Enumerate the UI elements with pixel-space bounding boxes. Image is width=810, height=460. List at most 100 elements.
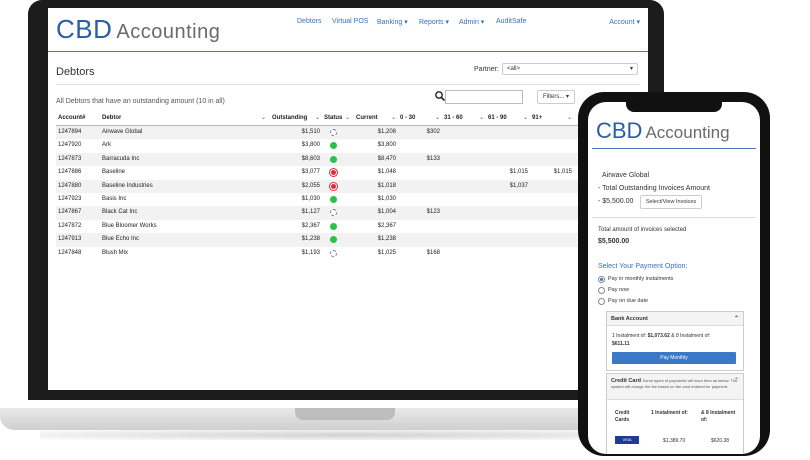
column-header-outstanding[interactable]: Outstanding ⌄ — [270, 112, 322, 125]
phone-notch — [626, 100, 722, 112]
nav-banking[interactable]: Banking ▾ — [377, 18, 408, 26]
cell-0-30 — [398, 193, 442, 206]
table-row[interactable]: 1247894 Airwave Global $1,510 $1,208 $302 — [56, 126, 640, 140]
cell-account: 1247867 — [58, 209, 82, 216]
phone-screen: CBD Accounting Airwave Global - Total Out… — [588, 102, 760, 454]
cell-account: 1247873 — [58, 155, 82, 162]
nav-auditsafe[interactable]: AuditSafe — [496, 18, 526, 25]
payment-option-heading: Select Your Payment Option: — [598, 263, 688, 270]
cell-91-plus — [530, 233, 574, 246]
cell-debtor[interactable]: Barracuda Inc — [100, 153, 268, 166]
status-pending-icon — [330, 129, 337, 136]
cell-debtor[interactable]: Basis Inc — [100, 193, 268, 206]
column-header-debtor[interactable]: Debtor ⌄ — [100, 112, 268, 125]
cell-current: $1,208 — [377, 129, 396, 135]
cell-0-30 — [398, 220, 442, 233]
cell-outstanding: $2,055 — [301, 182, 320, 189]
cell-debtor[interactable]: Ark — [100, 139, 268, 152]
cell-debtor[interactable]: Blue Echo Inc — [100, 233, 268, 246]
cell-31-60 — [442, 153, 486, 166]
cell-account: 1247848 — [58, 249, 82, 256]
cell-debtor[interactable]: Blush Mix — [100, 247, 268, 260]
status-pending-icon — [330, 249, 337, 257]
partner-select[interactable]: <all> ▾ — [502, 63, 638, 75]
cell-31-60 — [442, 206, 486, 219]
column-header-0-30[interactable]: 0 - 30 ⌄ — [398, 112, 442, 125]
chevron-up-icon: ⌃ — [733, 316, 739, 322]
cell-0-30 — [398, 233, 442, 246]
table-row[interactable]: 1247880 Baseline Industries $2,055 $1,018 $1… — [56, 179, 640, 193]
column-header-status[interactable]: Status ⌄ — [322, 112, 352, 125]
pay-monthly-button[interactable]: Pay Monthly — [612, 352, 736, 364]
bank-account-panel: Bank Account ⌃ 1 Instalment of: $1,073.62… — [606, 311, 744, 371]
cell-61-90 — [486, 193, 530, 206]
nav-virtual-pos[interactable]: Virtual POS — [332, 18, 368, 25]
option-monthly-label: Pay in monthly instalments — [608, 276, 674, 282]
chevron-down-icon: ⌄ — [390, 115, 396, 121]
cell-account: 1247880 — [58, 182, 82, 189]
cell-account: 1247923 — [58, 196, 82, 202]
cell-current: $1,004 — [377, 209, 396, 216]
select-view-invoices-button[interactable]: Select/View Invoices — [640, 195, 702, 209]
cell-91-plus — [530, 247, 574, 260]
account-menu[interactable]: Account ▾ — [609, 18, 640, 26]
cell-31-60 — [442, 220, 486, 233]
chevron-down-icon: ⌄ — [478, 115, 484, 121]
table-row[interactable]: 1247867 Black Cat Inc $1,127 $1,004 $123 — [56, 206, 640, 220]
table-row[interactable]: 1247872 Blue Bloomer Works $2,367 $2,367 — [56, 220, 640, 233]
table-row[interactable]: 1247848 Blush Mix $1,193 $1,025 $168 — [56, 247, 640, 260]
radio-monthly[interactable] — [598, 276, 605, 283]
cell-91-plus — [530, 126, 574, 139]
cell-current: $1,018 — [377, 182, 396, 189]
cell-debtor[interactable]: Airwave Global — [100, 126, 268, 139]
search-input[interactable] — [445, 90, 523, 104]
cell-91-plus — [530, 193, 574, 206]
bank-instalment-text: 1 Instalment of: $1,073.62 & 8 Instalmen… — [612, 333, 711, 347]
cell-debtor[interactable]: Baseline — [100, 166, 268, 179]
cell-61-90 — [486, 247, 530, 260]
cell-outstanding: $3,800 — [301, 142, 320, 149]
cell-debtor[interactable]: Baseline Industries — [100, 180, 268, 193]
cc-first-value: $1,389.70 — [663, 438, 686, 444]
phone-total-value: - $5,500.00 — [598, 198, 634, 205]
radio-due-date[interactable] — [598, 298, 605, 305]
cell-debtor[interactable]: Blue Bloomer Works — [100, 220, 268, 233]
cell-current: $3,800 — [377, 142, 396, 149]
cell-outstanding: $2,367 — [301, 222, 320, 229]
nav-admin[interactable]: Admin ▾ — [459, 18, 484, 26]
table-header: Account# Debtor ⌄ Outstanding ⌄ Status ⌄ Curren… — [56, 112, 640, 126]
table-row[interactable]: 1247913 Blue Echo Inc $1,238 $1,238 — [56, 233, 640, 247]
nav-reports[interactable]: Reports ▾ — [419, 18, 449, 26]
cell-0-30 — [398, 180, 442, 193]
table-row[interactable]: 1247920 Ark $3,800 $3,800 — [56, 139, 640, 152]
cell-current: $1,030 — [377, 196, 396, 202]
column-header-91-plus[interactable]: 91+ ⌄ — [530, 112, 574, 125]
cell-0-30 — [398, 139, 442, 152]
cell-debtor[interactable]: Black Cat Inc — [100, 206, 268, 219]
status-cell — [322, 247, 352, 260]
filters-button[interactable]: Filters... ▾ — [537, 90, 575, 104]
credit-card-header[interactable]: Credit Card Some types of payments will … — [607, 374, 743, 400]
column-header-31-60[interactable]: 31 - 60 ⌄ — [442, 112, 486, 125]
status-ok-icon — [330, 236, 337, 244]
cell-outstanding: $1,030 — [301, 196, 320, 202]
cell-account: 1247872 — [58, 222, 82, 229]
table-row[interactable]: 1247886 Baseline $3,077 $1,048 $1,015 $1,015 — [56, 166, 640, 179]
credit-card-panel: Credit Card Some types of payments will … — [606, 373, 744, 454]
nav-debtors[interactable]: Debtors — [297, 18, 322, 25]
radio-pay-now[interactable] — [598, 287, 605, 294]
column-header-account[interactable]: Account# — [56, 112, 100, 125]
column-header-current[interactable]: Current ⌄ — [354, 112, 398, 125]
cell-31-60 — [442, 193, 486, 206]
cell-current: $1,238 — [377, 236, 396, 243]
app-logo[interactable]: CBD Accounting — [56, 14, 220, 45]
phone-logo[interactable]: CBD Accounting — [596, 118, 730, 144]
bank-account-header[interactable]: Bank Account ⌃ — [607, 312, 743, 326]
table-row[interactable]: 1247873 Barracuda Inc $8,603 $8,470 $133 — [56, 152, 640, 167]
cell-31-60 — [442, 247, 486, 260]
chevron-down-icon: ⌄ — [434, 115, 440, 121]
cell-0-30: $133 — [426, 155, 440, 162]
column-header-61-90[interactable]: 61 - 90 ⌄ — [486, 112, 530, 125]
table-row[interactable]: 1247923 Basis Inc $1,030 $1,030 — [56, 193, 640, 206]
cell-outstanding: $1,238 — [301, 236, 320, 243]
